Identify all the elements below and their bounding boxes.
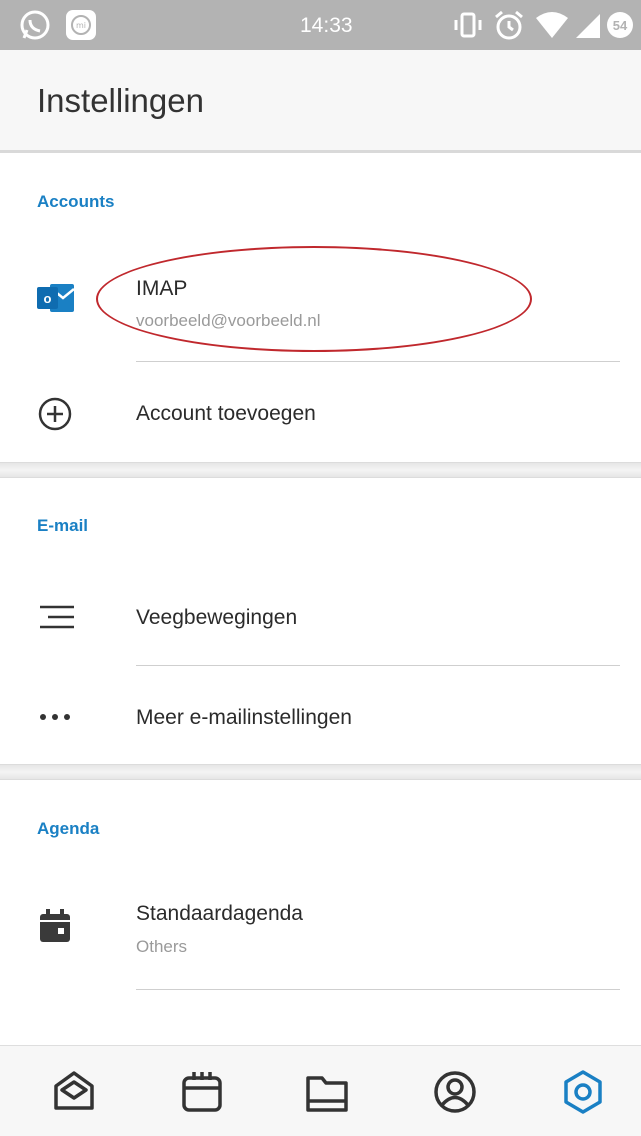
battery-icon: 54 [607,12,633,38]
outlook-icon: o [37,284,75,312]
svg-text:o: o [44,291,52,306]
bottom-navigation [0,1045,641,1136]
account-row-imap[interactable]: o IMAP voorbeeld@voorbeeld.nl [0,252,641,364]
add-account-row[interactable]: Account toevoegen [0,364,641,462]
vibrate-icon [454,12,482,38]
section-header-email: E-mail [37,516,89,535]
calendar-icon [40,909,70,942]
divider [136,989,620,990]
calendar-icon[interactable] [178,1068,226,1116]
mi-icon: mi [66,10,96,40]
divider [136,361,620,362]
page-title: Instellingen [37,82,204,119]
more-email-settings-row[interactable]: Meer e-mailinstellingen [0,668,641,764]
section-header-accounts: Accounts [37,192,115,211]
status-bar: mi 14:33 54 [0,0,641,50]
signal-icon [576,14,600,38]
swipe-label: Veegbewegingen [136,606,298,629]
section-separator [0,462,641,478]
default-calendar-value: Others [136,937,188,956]
account-name: IMAP [136,277,188,300]
svg-text:mi: mi [76,21,86,30]
swipe-row[interactable]: Veegbewegingen [0,566,641,666]
people-icon[interactable] [431,1068,479,1116]
settings-icon[interactable] [559,1068,607,1116]
status-time: 14:33 [300,14,353,37]
add-circle-icon [38,397,72,431]
battery-level: 54 [613,18,628,33]
default-calendar-row[interactable]: Standaardagenda Others [0,870,641,990]
alarm-icon [495,10,523,40]
more-dots-icon [40,714,70,720]
section-header-agenda: Agenda [37,819,100,838]
divider [136,665,620,666]
section-separator [0,764,641,780]
mail-icon[interactable] [50,1068,98,1116]
account-email: voorbeeld@voorbeeld.nl [136,311,321,330]
folder-icon[interactable] [303,1068,351,1116]
add-account-label: Account toevoegen [136,402,316,425]
more-email-settings-label: Meer e-mailinstellingen [136,706,352,729]
default-calendar-label: Standaardagenda [136,902,303,925]
whatsapp-icon [20,10,50,40]
app-bar: Instellingen [0,50,641,153]
swipe-lines-icon [40,605,74,629]
wifi-icon [536,12,568,38]
